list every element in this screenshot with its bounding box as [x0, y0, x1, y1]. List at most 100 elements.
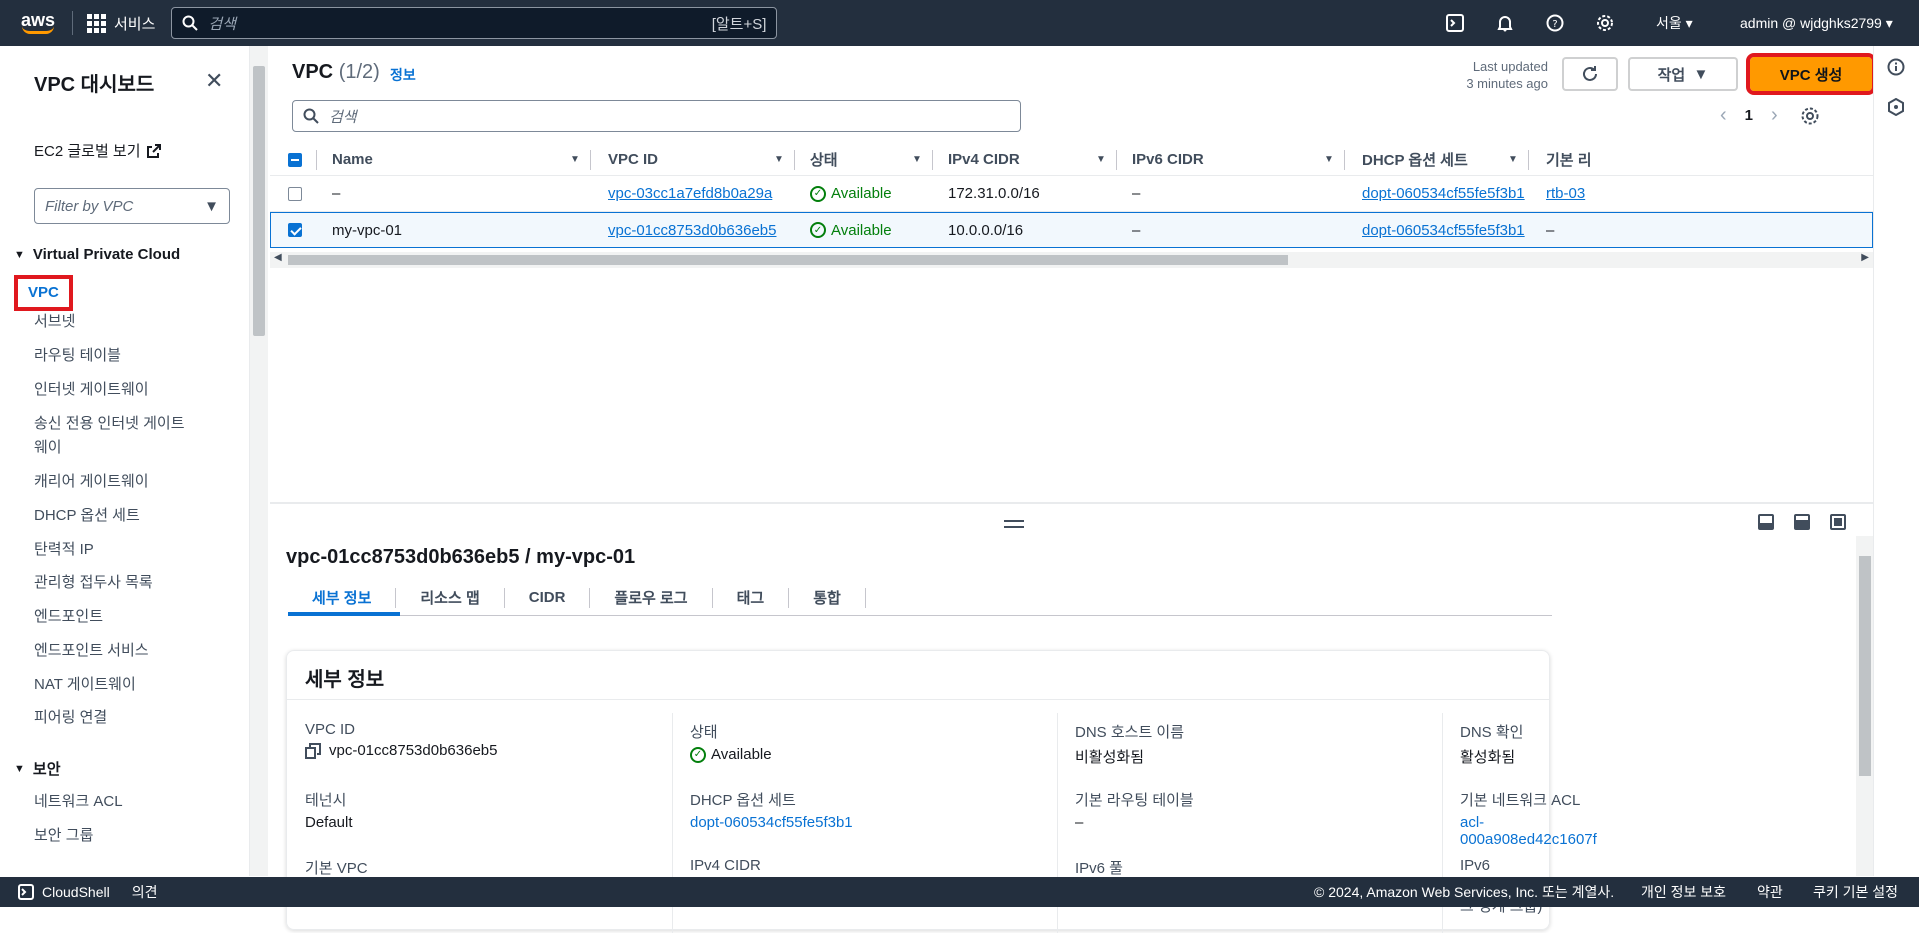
table-row-selected[interactable]: my-vpc-01 vpc-01cc8753d0b636eb5 ✓ Availab… [270, 212, 1873, 248]
bell-icon[interactable] [1480, 14, 1530, 32]
sort-icon[interactable]: ▼ [1096, 154, 1106, 165]
detail-tabs: 세부 정보 리소스 맵 CIDR 플로우 로그 태그 통합 [288, 580, 1552, 616]
table-horizontal-scrollbar[interactable]: ◀ ▶ [270, 252, 1873, 268]
page-number[interactable]: 1 [1745, 107, 1753, 124]
dhcp-link[interactable]: dopt-060534cf55fe5f3b1 [1362, 185, 1525, 202]
status-badge: ✓ Available [810, 222, 892, 239]
tab-tags[interactable]: 태그 [713, 587, 790, 608]
panel-side-icon[interactable] [1794, 514, 1810, 530]
services-button[interactable]: 서비스 [87, 13, 155, 34]
sort-icon[interactable]: ▼ [912, 154, 922, 165]
refresh-icon [1583, 66, 1597, 81]
sidebar-item-subnets[interactable]: 서브넷 [34, 310, 75, 334]
tab-integrations[interactable]: 통합 [789, 587, 866, 608]
col-ipv6[interactable]: IPv6 CIDR [1132, 151, 1204, 168]
dhcp-link[interactable]: dopt-060534cf55fe5f3b1 [1362, 222, 1525, 239]
section-virtual-private-cloud[interactable]: ▼ Virtual Private Cloud [14, 246, 180, 263]
gear-icon[interactable] [1580, 14, 1630, 32]
privacy-link[interactable]: 개인 정보 보호 [1641, 877, 1726, 907]
select-all-checkbox[interactable] [288, 152, 302, 167]
side-navigation: VPC 대시보드 ✕ EC2 글로벌 보기 Filter by VPC ▼ ▼ Vi… [0, 46, 250, 876]
hexagon-icon[interactable] [1887, 97, 1905, 120]
sidebar-item-egress-gateways[interactable]: 송신 전용 인터넷 게이트 [34, 412, 185, 436]
sidebar-item-dhcp-options[interactable]: DHCP 옵션 세트 [34, 504, 140, 528]
top-navigation: aws 서비스 검색 [알트+S] ? 서울 ▾ admin @ wjdghks… [0, 0, 1919, 46]
sidebar-item-prefix-lists[interactable]: 관리형 접두사 목록 [34, 571, 153, 595]
sidebar-item-internet-gateways[interactable]: 인터넷 게이트웨이 [34, 378, 149, 402]
pagination: ‹ 1 › [1720, 104, 1820, 127]
grid-icon [87, 13, 106, 33]
tab-cidr[interactable]: CIDR [505, 587, 591, 608]
field-tenancy: 테넌시 Default [305, 792, 353, 831]
sidebar-item-endpoints[interactable]: 엔드포인트 [34, 605, 103, 629]
refresh-button[interactable] [1562, 57, 1618, 91]
svg-text:?: ? [1552, 19, 1557, 30]
cloudshell-button[interactable]: CloudShell [18, 884, 110, 900]
ec2-global-view-link[interactable]: EC2 글로벌 보기 [34, 140, 161, 161]
cookie-preferences-link[interactable]: 쿠키 기본 설정 [1813, 877, 1898, 907]
panel-bottom-icon[interactable] [1758, 514, 1774, 530]
sidebar-item-nat-gateways[interactable]: NAT 게이트웨이 [34, 673, 136, 697]
resize-handle-icon[interactable] [1004, 520, 1024, 528]
col-state[interactable]: 상태 [810, 149, 838, 170]
vpc-id-link[interactable]: vpc-03cc1a7efd8b0a29a [608, 185, 772, 202]
actions-button[interactable]: 작업 ▼ [1628, 57, 1738, 91]
info-icon[interactable] [1887, 58, 1905, 80]
account-menu[interactable]: admin @ wjdghks2799 ▾ [1740, 0, 1893, 46]
sidebar-item-carrier-gateways[interactable]: 캐리어 게이트웨이 [34, 470, 149, 494]
info-link[interactable]: 정보 [390, 65, 416, 85]
row-checkbox[interactable] [288, 223, 302, 241]
sidebar-item-egress-gateways-2[interactable]: 웨이 [34, 436, 62, 460]
field-ipv4-cidr: IPv4 CIDR [690, 857, 761, 874]
sidebar-item-route-tables[interactable]: 라우팅 테이블 [34, 344, 121, 368]
table-row[interactable]: – vpc-03cc1a7efd8b0a29a ✓ Available 172.3… [270, 176, 1873, 212]
caret-down-icon: ▼ [14, 248, 25, 261]
col-name[interactable]: Name [332, 151, 373, 168]
sidebar-item-endpoint-services[interactable]: 엔드포인트 서비스 [34, 639, 149, 663]
sort-icon[interactable]: ▼ [1324, 154, 1334, 165]
sidebar-scrollbar[interactable] [250, 46, 268, 876]
last-updated: Last updated 3 minutes ago [1466, 59, 1548, 91]
sort-icon[interactable]: ▼ [774, 154, 784, 165]
col-main-rt[interactable]: 기본 리 [1546, 149, 1592, 170]
section-security[interactable]: ▼ 보안 [14, 758, 61, 779]
col-vpc-id[interactable]: VPC ID [608, 151, 658, 168]
panel-full-icon[interactable] [1830, 514, 1846, 530]
external-link-icon [146, 143, 161, 158]
col-ipv4[interactable]: IPv4 CIDR [948, 151, 1020, 168]
col-dhcp[interactable]: DHCP 옵션 세트 [1362, 149, 1468, 170]
chevron-left-icon[interactable]: ‹ [1720, 104, 1727, 127]
tab-resource-map[interactable]: 리소스 맵 [396, 587, 505, 608]
table-search-input[interactable]: 검색 [292, 100, 1021, 132]
detail-scrollbar[interactable] [1856, 536, 1873, 876]
row-checkbox[interactable] [288, 187, 302, 205]
copy-icon[interactable] [305, 742, 321, 759]
tab-flow-logs[interactable]: 플로우 로그 [590, 587, 713, 608]
sidebar-item-elastic-ips[interactable]: 탄력적 IP [34, 538, 94, 562]
sidebar-item-vpc[interactable]: VPC [14, 275, 73, 311]
vpc-id-link[interactable]: vpc-01cc8753d0b636eb5 [608, 222, 776, 239]
sidebar-item-security-groups[interactable]: 보안 그룹 [34, 824, 93, 848]
route-table-link[interactable]: rtb-03 [1546, 185, 1585, 202]
create-vpc-button[interactable]: VPC 생성 [1746, 53, 1876, 95]
copyright: © 2024, Amazon Web Services, Inc. 또는 계열사… [1314, 884, 1615, 900]
sidebar-item-network-acls[interactable]: 네트워크 ACL [34, 790, 123, 814]
feedback-link[interactable]: 의견 [132, 882, 158, 902]
sidebar-item-peering[interactable]: 피어링 연결 [34, 706, 107, 730]
aws-logo[interactable]: aws [18, 8, 58, 38]
vpc-filter-select[interactable]: Filter by VPC ▼ [34, 188, 230, 224]
help-icon[interactable]: ? [1530, 14, 1580, 32]
gear-icon[interactable] [1800, 106, 1820, 126]
split-panel-divider [270, 502, 1873, 504]
close-icon[interactable]: ✕ [205, 68, 223, 94]
region-selector[interactable]: 서울 ▾ [1656, 0, 1693, 46]
terms-link[interactable]: 약관 [1757, 877, 1783, 907]
chevron-right-icon[interactable]: › [1771, 104, 1778, 127]
cloudshell-icon[interactable] [1430, 14, 1480, 32]
sort-icon[interactable]: ▼ [1508, 154, 1518, 165]
tab-details[interactable]: 세부 정보 [288, 587, 397, 608]
global-search-input[interactable]: 검색 [알트+S] [171, 7, 778, 39]
field-main-route-table: 기본 라우팅 테이블 – [1075, 792, 1194, 831]
sidebar-title: VPC 대시보드 [34, 74, 155, 96]
sort-icon[interactable]: ▼ [570, 154, 580, 165]
